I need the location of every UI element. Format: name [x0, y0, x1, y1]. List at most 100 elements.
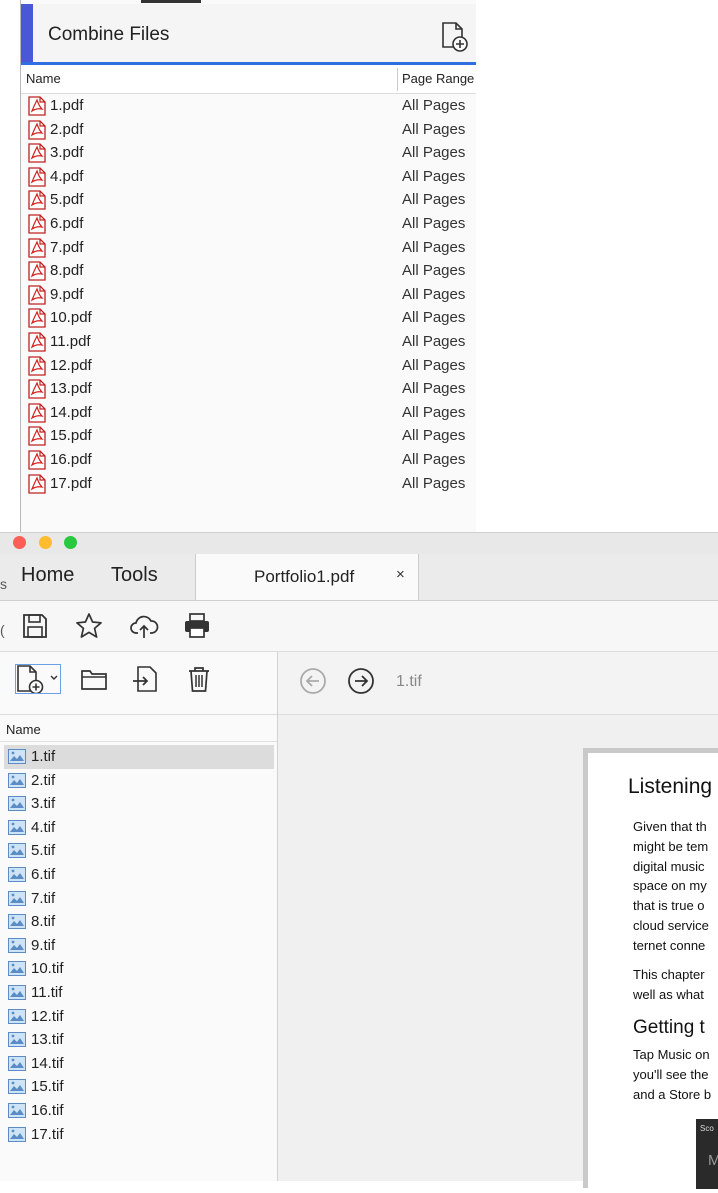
tif-file-row[interactable]: 11.tif	[4, 981, 274, 1005]
cloud-upload-icon[interactable]	[129, 611, 159, 641]
pdf-file-row[interactable]: 14.pdf All Pages	[21, 401, 476, 425]
image-file-icon	[8, 890, 26, 906]
pdf-file-row[interactable]: 16.pdf All Pages	[21, 448, 476, 472]
tif-file-row[interactable]: 6.tif	[4, 863, 274, 887]
print-icon[interactable]	[182, 611, 212, 641]
page-range-value[interactable]: All Pages	[402, 427, 465, 444]
pdf-file-name: 11.pdf	[50, 332, 91, 350]
page-range-value[interactable]: All Pages	[402, 191, 465, 208]
back-arrow-icon[interactable]	[298, 666, 328, 696]
zoom-window-button[interactable]	[64, 536, 77, 549]
page-range-value[interactable]: All Pages	[402, 286, 465, 303]
page-range-value[interactable]: All Pages	[402, 357, 465, 374]
pdf-file-row[interactable]: 2.pdf All Pages	[21, 118, 476, 142]
column-name[interactable]: Name	[26, 71, 61, 86]
page-range-value[interactable]: All Pages	[402, 215, 465, 232]
pdf-file-row[interactable]: 13.pdf All Pages	[21, 377, 476, 401]
tif-file-row[interactable]: 15.tif	[4, 1075, 274, 1099]
close-window-button[interactable]	[13, 536, 26, 549]
pdf-file-row[interactable]: 7.pdf All Pages	[21, 236, 476, 260]
tif-file-row[interactable]: 17.tif	[4, 1123, 274, 1147]
page-range-value[interactable]: All Pages	[402, 333, 465, 350]
image-file-icon	[8, 914, 26, 930]
image-file-icon	[8, 772, 26, 788]
tif-file-row[interactable]: 7.tif	[4, 887, 274, 911]
tif-file-name: 2.tif	[31, 771, 56, 789]
image-file-icon	[8, 1079, 26, 1095]
page-range-value[interactable]: All Pages	[402, 262, 465, 279]
tif-file-row[interactable]: 9.tif	[4, 934, 274, 958]
tab-document[interactable]: Portfolio1.pdf ×	[195, 554, 419, 600]
tif-file-row[interactable]: 13.tif	[4, 1028, 274, 1052]
pdf-file-row[interactable]: 3.pdf All Pages	[21, 141, 476, 165]
pdf-file-row[interactable]: 8.pdf All Pages	[21, 259, 476, 283]
tif-file-row[interactable]: 12.tif	[4, 1005, 274, 1029]
column-name[interactable]: Name	[6, 722, 41, 737]
page-text-line: that is true o	[633, 898, 705, 914]
tif-file-name: 3.tif	[31, 795, 56, 813]
tab-home[interactable]: Home	[21, 564, 74, 587]
edge-glyph: s	[0, 576, 7, 592]
pdf-file-icon	[28, 190, 46, 211]
pdf-file-list: 1.pdf All Pages 2.pdf All Pages 3.pdf All Pag…	[21, 94, 476, 495]
page-range-value[interactable]: All Pages	[402, 97, 465, 114]
pdf-file-name: 14.pdf	[50, 403, 92, 421]
portfolio-window: Home Tools Portfolio1.pdf × Name 1.tif 2…	[0, 532, 718, 1193]
tif-file-row[interactable]: 2.tif	[4, 769, 274, 793]
pdf-file-row[interactable]: 15.pdf All Pages	[21, 424, 476, 448]
tab-tools[interactable]: Tools	[111, 564, 158, 587]
tif-file-name: 7.tif	[31, 889, 56, 907]
current-file-name: 1.tif	[396, 673, 422, 690]
tif-file-row[interactable]: 16.tif	[4, 1099, 274, 1123]
page-range-value[interactable]: All Pages	[402, 309, 465, 326]
tif-file-name: 11.tif	[31, 983, 63, 1001]
page-range-value[interactable]: All Pages	[402, 404, 465, 421]
embedded-screenshot: Sco M	[696, 1119, 718, 1189]
save-icon[interactable]	[20, 611, 50, 641]
page-range-value[interactable]: All Pages	[402, 144, 465, 161]
column-page-range[interactable]: Page Range	[402, 71, 474, 86]
tif-file-row[interactable]: 5.tif	[4, 839, 274, 863]
pdf-file-row[interactable]: 12.pdf All Pages	[21, 354, 476, 378]
pdf-file-row[interactable]: 11.pdf All Pages	[21, 330, 476, 354]
pdf-file-row[interactable]: 9.pdf All Pages	[21, 283, 476, 307]
page-text-line: you'll see the	[633, 1066, 709, 1082]
tif-file-row[interactable]: 10.tif	[4, 957, 274, 981]
tif-file-row[interactable]: 8.tif	[4, 910, 274, 934]
add-file-icon[interactable]	[15, 664, 61, 694]
tif-file-row[interactable]: 3.tif	[4, 792, 274, 816]
pdf-file-row[interactable]: 6.pdf All Pages	[21, 212, 476, 236]
page-range-value[interactable]: All Pages	[402, 239, 465, 256]
folder-icon[interactable]	[79, 664, 109, 694]
edge-glyph: (	[0, 622, 5, 638]
extract-icon[interactable]	[130, 664, 160, 694]
add-files-icon[interactable]	[439, 20, 471, 52]
column-divider[interactable]	[397, 68, 398, 91]
pdf-file-row[interactable]: 4.pdf All Pages	[21, 165, 476, 189]
page-range-value[interactable]: All Pages	[402, 168, 465, 185]
combine-files-window: Combine Files Name Page Range 1.pdf All P…	[20, 0, 476, 538]
pdf-file-row[interactable]: 1.pdf All Pages	[21, 94, 476, 118]
image-file-icon	[8, 1055, 26, 1071]
forward-arrow-icon[interactable]	[346, 666, 376, 696]
page-range-value[interactable]: All Pages	[402, 475, 465, 492]
tif-file-row[interactable]: 1.tif	[4, 745, 274, 769]
tif-file-row[interactable]: 14.tif	[4, 1052, 274, 1076]
pdf-file-icon	[28, 355, 46, 376]
tif-file-row[interactable]: 4.tif	[4, 816, 274, 840]
image-file-icon	[8, 1102, 26, 1118]
page-range-value[interactable]: All Pages	[402, 451, 465, 468]
top-edge-line	[141, 0, 201, 3]
pdf-file-row[interactable]: 10.pdf All Pages	[21, 306, 476, 330]
page-range-value[interactable]: All Pages	[402, 121, 465, 138]
pdf-file-row[interactable]: 17.pdf All Pages	[21, 472, 476, 496]
minimize-window-button[interactable]	[39, 536, 52, 549]
pdf-file-row[interactable]: 5.pdf All Pages	[21, 188, 476, 212]
star-icon[interactable]	[74, 611, 104, 641]
thumb-label: Sco	[700, 1124, 714, 1133]
pdf-file-name: 5.pdf	[50, 191, 84, 209]
trash-icon[interactable]	[184, 664, 214, 694]
page-range-value[interactable]: All Pages	[402, 380, 465, 397]
tif-file-name: 12.tif	[31, 1007, 64, 1025]
close-tab-icon[interactable]: ×	[396, 566, 405, 583]
